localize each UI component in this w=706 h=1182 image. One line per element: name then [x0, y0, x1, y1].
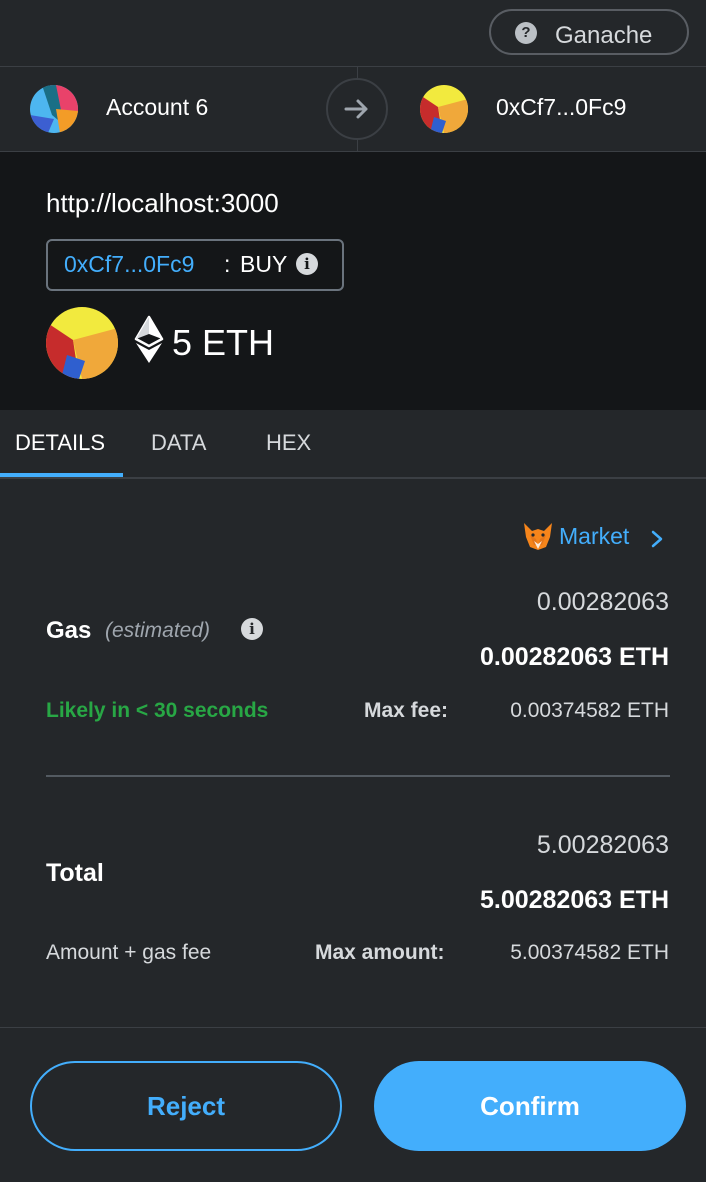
gas-fiat-value: 0.00282063: [536, 588, 669, 616]
tab-bar: DETAILS DATA HEX: [0, 410, 706, 479]
max-fee-value: 0.00374582 ETH: [510, 699, 669, 722]
method-badge: 0xCf7...0Fc9 : BUY i: [46, 239, 344, 291]
total-subtitle: Amount + gas fee: [46, 941, 212, 964]
sender-recipient-row: Account 6 0xCf7...0Fc9: [0, 67, 706, 152]
tab-hex[interactable]: HEX: [266, 430, 311, 456]
max-fee-label: Max fee:: [364, 699, 449, 722]
tab-data[interactable]: DATA: [151, 430, 206, 456]
gas-label: Gas: [46, 617, 92, 644]
active-tab-indicator: [0, 473, 123, 477]
transaction-amount: 5 ETH: [172, 322, 275, 363]
max-amount-label: Max amount:: [315, 941, 445, 964]
network-selector[interactable]: ? Ganache: [489, 9, 689, 55]
arrow-right-icon: [326, 78, 388, 140]
recipient-avatar: [420, 85, 468, 133]
gas-eth-value: 0.00282063 ETH: [479, 643, 669, 671]
method-separator: :: [224, 251, 231, 277]
contract-address-link[interactable]: 0xCf7...0Fc9: [64, 251, 194, 278]
footer: Reject Confirm: [0, 1028, 706, 1182]
market-link[interactable]: Market: [559, 523, 629, 550]
transaction-summary: http://localhost:3000 0xCf7...0Fc9 : BUY…: [0, 152, 706, 410]
chevron-right-icon[interactable]: [650, 529, 664, 549]
details-panel: Market Gas (estimated) i 0.00282063 0.00…: [0, 479, 706, 1028]
gas-estimated-label: (estimated): [105, 619, 211, 642]
info-icon[interactable]: i: [241, 618, 263, 640]
divider: [46, 775, 670, 777]
confirm-button[interactable]: Confirm: [374, 1061, 686, 1151]
gas-timing-estimate: Likely in < 30 seconds: [46, 699, 269, 722]
max-amount-value: 5.00374582 ETH: [510, 941, 669, 964]
network-name: Ganache: [555, 22, 653, 49]
recipient-avatar-large: [46, 307, 118, 379]
sender-avatar: [30, 85, 78, 133]
tab-details[interactable]: DETAILS: [15, 430, 105, 456]
total-eth-value: 5.00282063 ETH: [479, 886, 669, 914]
recipient-address: 0xCf7...0Fc9: [496, 94, 627, 120]
total-label: Total: [46, 859, 104, 887]
sender-account-name: Account 6: [106, 94, 209, 120]
info-icon[interactable]: i: [296, 253, 318, 275]
total-fiat-value: 5.00282063: [536, 831, 669, 859]
origin-url: http://localhost:3000: [46, 188, 279, 218]
fox-icon: [524, 523, 552, 550]
ethereum-icon: [134, 315, 164, 363]
question-icon: ?: [515, 22, 537, 44]
reject-button[interactable]: Reject: [30, 1061, 342, 1151]
method-name: BUY: [240, 251, 288, 277]
top-bar: ? Ganache: [0, 0, 706, 67]
